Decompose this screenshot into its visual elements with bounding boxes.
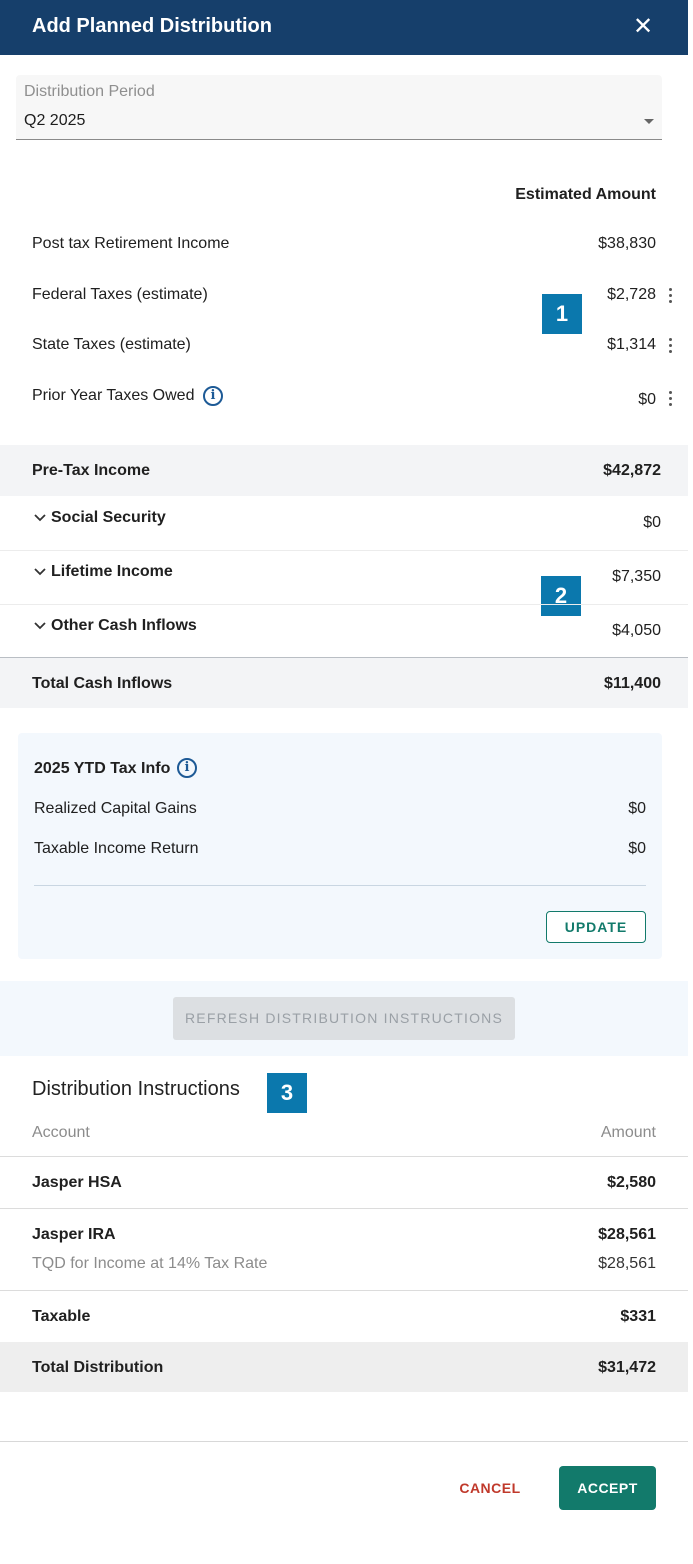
inflow-label-other-cash-inflows[interactable]: Other Cash Inflows [51, 617, 197, 635]
inflow-value: $0 [643, 514, 661, 531]
inflow-value: $4,050 [612, 622, 661, 639]
row-value: $1,314 [607, 336, 656, 353]
divider [34, 885, 646, 886]
divider [0, 1290, 688, 1291]
refresh-distribution-instructions-button[interactable]: REFRESH DISTRIBUTION INSTRUCTIONS [173, 997, 515, 1040]
column-header-amount: Amount [600, 1124, 656, 1141]
account-name: Jasper HSA [32, 1174, 122, 1191]
account-name: Taxable [32, 1308, 91, 1325]
account-amount: $331 [620, 1308, 656, 1325]
more-vert-icon[interactable] [667, 288, 673, 304]
annotation-badge: 3 [267, 1073, 307, 1113]
info-icon[interactable]: i [177, 758, 197, 778]
account-sub-amount: $28,561 [598, 1255, 656, 1272]
cancel-button[interactable]: CANCEL [449, 1470, 531, 1506]
pretax-value: $42,872 [603, 462, 661, 479]
total-inflows-value: $11,400 [604, 675, 661, 692]
page-edge [688, 0, 693, 1564]
chevron-down-icon[interactable] [34, 566, 46, 578]
ytd-row-label: Taxable Income Return [34, 840, 199, 857]
caret-down-icon [644, 119, 654, 124]
row-label: Post tax Retirement Income [32, 235, 230, 252]
row-value: $38,830 [598, 235, 656, 252]
dialog-title: Add Planned Distribution [32, 15, 272, 37]
close-icon[interactable]: ✕ [631, 14, 655, 40]
chevron-down-icon[interactable] [34, 512, 46, 524]
annotation-badge: 2 [541, 576, 581, 616]
update-button[interactable]: UPDATE [546, 911, 646, 943]
row-value: $0 [638, 391, 656, 408]
chevron-down-icon[interactable] [34, 620, 46, 632]
section-title: Distribution Instructions [32, 1078, 240, 1100]
column-header-account: Account [32, 1124, 90, 1141]
total-inflows-label: Total Cash Inflows [32, 675, 173, 692]
total-distribution-label: Total Distribution [32, 1359, 164, 1376]
ytd-row-value: $0 [628, 840, 646, 857]
distribution-period-select[interactable]: Distribution Period Q2 2025 [16, 75, 662, 140]
divider [0, 1208, 688, 1209]
estimated-amount-header: Estimated Amount [515, 186, 656, 203]
inflow-label-social-security[interactable]: Social Security [51, 509, 166, 527]
ytd-title: 2025 YTD Tax Info [34, 760, 171, 777]
divider [0, 604, 688, 605]
row-label: Federal Taxes (estimate) [32, 286, 208, 303]
account-name: Jasper IRA [32, 1226, 116, 1243]
divider [0, 550, 688, 551]
row-value: $2,728 [607, 286, 656, 303]
more-vert-icon[interactable] [667, 338, 673, 354]
row-label: State Taxes (estimate) [32, 336, 191, 353]
inflow-label-lifetime-income[interactable]: Lifetime Income [51, 563, 173, 581]
ytd-row-value: $0 [628, 800, 646, 817]
divider [0, 1156, 688, 1157]
pretax-label: Pre-Tax Income [32, 462, 150, 479]
select-value: Q2 2025 [24, 112, 86, 129]
accept-button[interactable]: ACCEPT [559, 1466, 656, 1510]
row-label: Prior Year Taxes Owed [32, 387, 195, 404]
info-icon[interactable]: i [203, 386, 223, 406]
more-vert-icon[interactable] [667, 391, 673, 407]
ytd-row-label: Realized Capital Gains [34, 800, 197, 817]
footer-divider [0, 1441, 688, 1442]
annotation-badge: 1 [542, 294, 582, 334]
total-distribution-value: $31,472 [598, 1359, 656, 1376]
account-sub-label: TQD for Income at 14% Tax Rate [32, 1255, 268, 1272]
account-amount: $28,561 [598, 1226, 656, 1243]
account-amount: $2,580 [607, 1174, 656, 1191]
select-label: Distribution Period [24, 83, 155, 100]
